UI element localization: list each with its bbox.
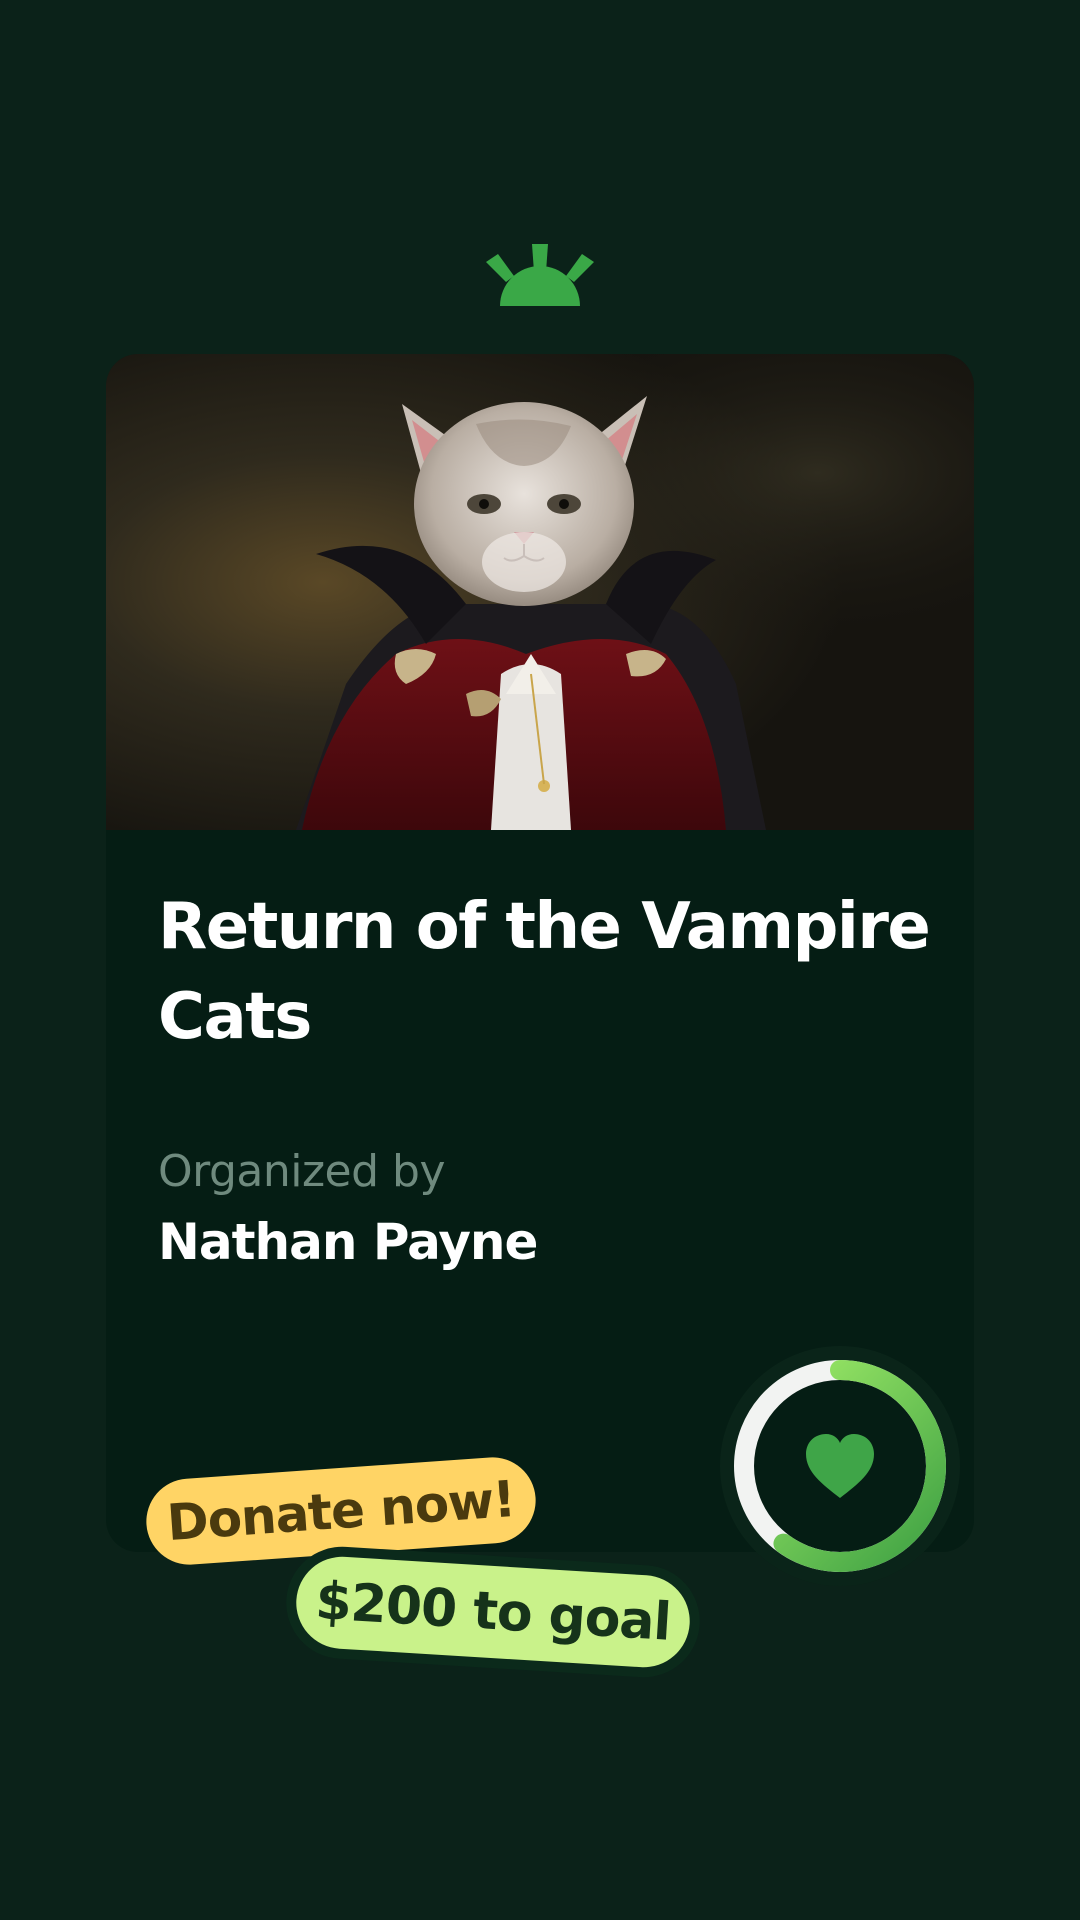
brand-logo-icon (486, 244, 594, 306)
campaign-hero-image (106, 354, 974, 830)
organizer-name[interactable]: Nathan Payne (158, 1210, 538, 1274)
organized-by-label: Organized by (158, 1146, 446, 1197)
campaign-title[interactable]: Return of the Vampire Cats (158, 882, 938, 1062)
donation-progress-ring[interactable] (720, 1346, 960, 1586)
